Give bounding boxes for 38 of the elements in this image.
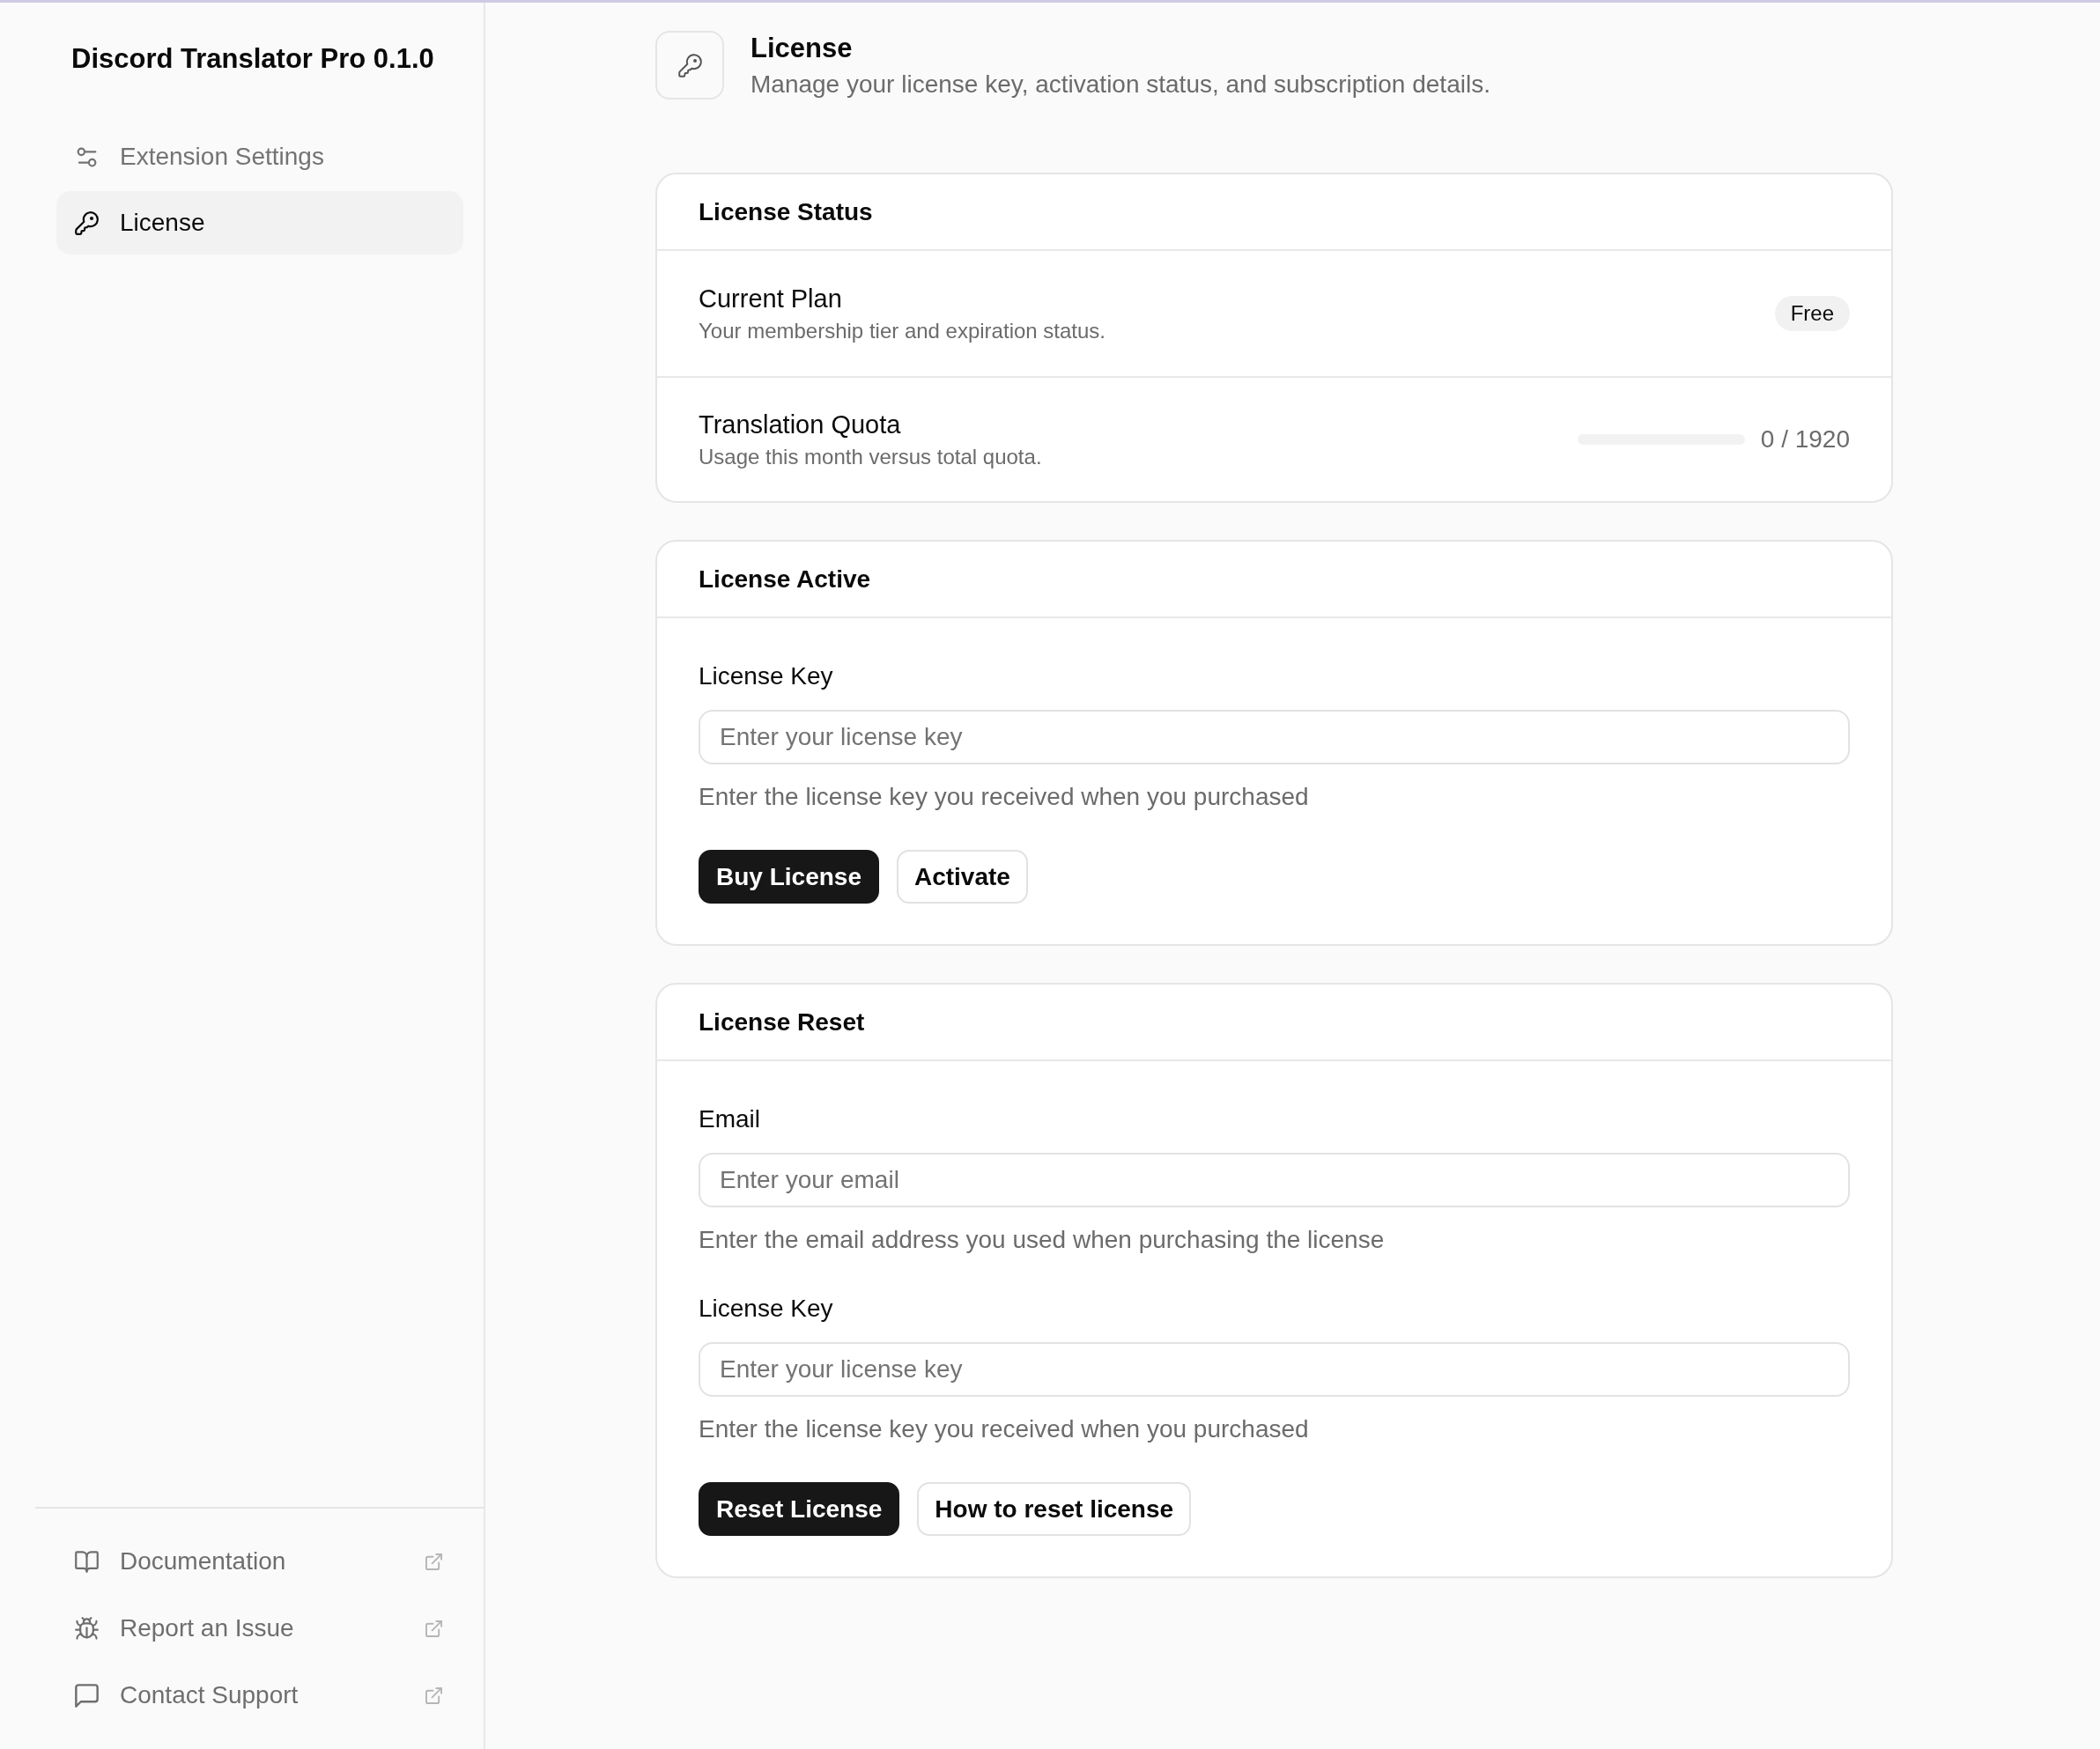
field-hint: Enter the license key you received when you purchased bbox=[699, 1414, 1309, 1444]
field-label: License Key bbox=[699, 661, 833, 691]
page-title: License bbox=[751, 32, 854, 65]
card-title: License Reset bbox=[699, 1007, 865, 1037]
input-field[interactable]: Enter your license key bbox=[699, 1342, 1850, 1397]
primary-button[interactable]: Reset License bbox=[699, 1482, 900, 1536]
card-title: License Status bbox=[699, 196, 873, 227]
field-hint: Enter the license key you received when you purchased bbox=[699, 782, 1309, 812]
sidebar-item[interactable]: Extension Settings bbox=[56, 125, 463, 188]
row-description: Your membership tier and expiration status. bbox=[699, 317, 1106, 344]
row-title: Current Plan bbox=[699, 283, 843, 314]
chat-bubble-icon bbox=[75, 1683, 99, 1708]
sidebar-link[interactable]: Documentation bbox=[56, 1530, 462, 1593]
input-field[interactable]: Enter your email bbox=[699, 1153, 1850, 1207]
book-icon bbox=[75, 1549, 99, 1574]
quota-reading: 0 / 1920 bbox=[1760, 425, 1850, 454]
app-title: Discord Translator Pro 0.1.0 bbox=[71, 42, 434, 76]
card-title: License Active bbox=[699, 564, 871, 594]
bug-icon bbox=[75, 1616, 99, 1641]
sidebar-link[interactable]: Report an Issue bbox=[56, 1597, 462, 1660]
sidebar-item[interactable]: License bbox=[56, 191, 463, 255]
secondary-button[interactable]: Activate bbox=[896, 850, 1028, 904]
row-title: Translation Quota bbox=[699, 409, 902, 440]
row-description: Usage this month versus total quota. bbox=[699, 443, 1042, 470]
plan-badge: Free bbox=[1774, 296, 1850, 331]
secondary-button[interactable]: How to reset license bbox=[917, 1482, 1192, 1536]
field-hint: Enter the email address you used when purchasing the license bbox=[699, 1225, 1385, 1255]
key-icon bbox=[75, 210, 99, 235]
external-link-icon bbox=[425, 1553, 442, 1570]
field-label: License Key bbox=[699, 1294, 833, 1324]
sidebar-link[interactable]: Contact Support bbox=[56, 1664, 462, 1727]
field-label: Email bbox=[699, 1104, 760, 1134]
page-subtitle: Manage your license key, activation status, and subscription details. bbox=[751, 70, 1490, 100]
external-link-icon bbox=[425, 1620, 442, 1637]
input-field[interactable]: Enter your license key bbox=[699, 710, 1850, 764]
external-link-icon bbox=[425, 1686, 442, 1704]
key-icon bbox=[655, 31, 724, 100]
primary-button[interactable]: Buy License bbox=[699, 850, 879, 904]
